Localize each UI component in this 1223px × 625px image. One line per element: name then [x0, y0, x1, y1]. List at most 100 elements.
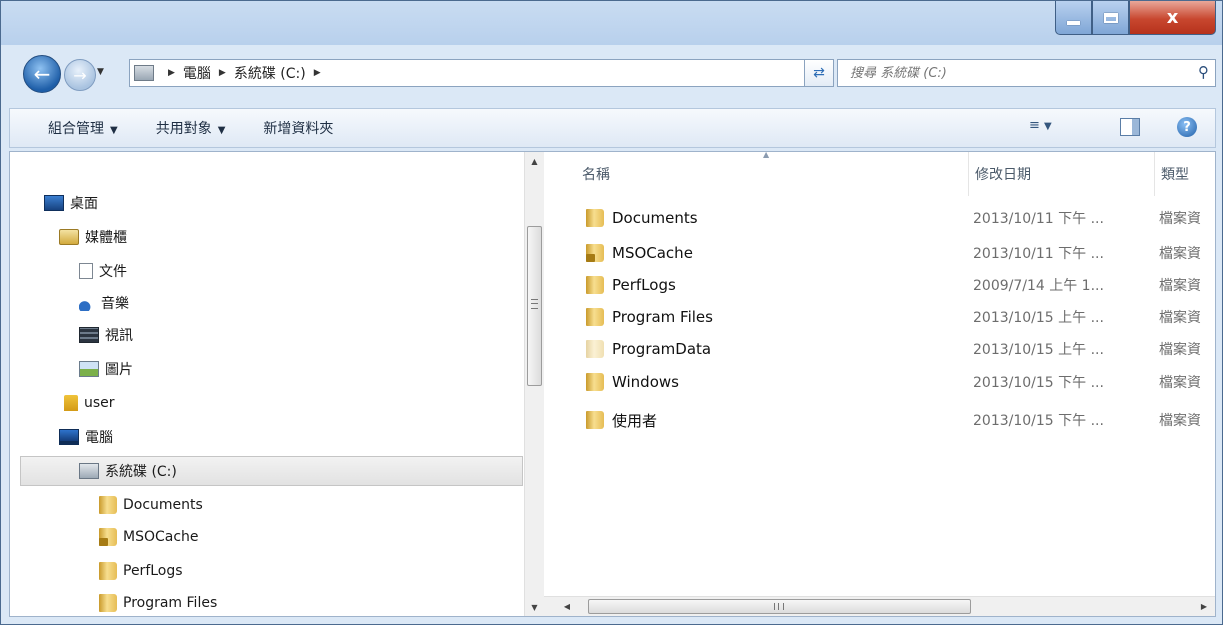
scroll-right-arrow-icon[interactable]: ▶	[1195, 597, 1213, 616]
maximize-button[interactable]	[1092, 1, 1129, 35]
file-row[interactable]: PerfLogs 2009/7/14 上午 1... 檔案資	[544, 270, 1215, 300]
tree-item-user[interactable]: user	[64, 390, 115, 416]
user-icon	[64, 395, 78, 411]
folder-icon	[586, 209, 604, 227]
sort-ascending-icon: ▲	[763, 151, 770, 159]
minimize-icon	[1067, 20, 1080, 25]
column-header-type[interactable]: 類型	[1155, 152, 1215, 196]
scroll-left-arrow-icon[interactable]: ◀	[558, 597, 576, 616]
tree-item-folder-perflogs[interactable]: PerfLogs	[99, 558, 183, 584]
folder-icon	[586, 308, 604, 326]
close-button[interactable]: x	[1129, 1, 1216, 35]
tree-item-label: user	[84, 395, 115, 411]
tree-item-label: 文件	[99, 264, 127, 280]
maximize-icon	[1103, 12, 1118, 23]
file-type: 檔案資	[1159, 246, 1201, 262]
breadcrumb-computer[interactable]: 電腦	[183, 63, 211, 83]
search-box[interactable]: ⚲	[837, 59, 1216, 87]
file-row[interactable]: Program Files 2013/10/15 上午 ... 檔案資	[544, 302, 1215, 332]
file-date: 2013/10/15 下午 ...	[973, 375, 1104, 391]
command-bar: 組合管理 ▼ 共用對象 ▼ 新增資料夾 ≡ ▼ ?	[9, 108, 1216, 148]
organize-button[interactable]: 組合管理 ▼	[48, 118, 118, 138]
organize-label: 組合管理	[48, 121, 104, 137]
share-with-button[interactable]: 共用對象 ▼	[156, 118, 226, 138]
file-date: 2013/10/11 下午 ...	[973, 246, 1104, 262]
address-bar[interactable]: ▶ 電腦 ▶ 系統碟 (C:) ▶	[129, 59, 826, 87]
navigation-bar: ← → ▼ ▶ 電腦 ▶ 系統碟 (C:) ▶ ▼ ⇄ ⚲	[1, 53, 1222, 93]
scroll-up-arrow-icon[interactable]: ▲	[525, 152, 544, 170]
navigation-pane: 桌面 媒體櫃 文件 音樂 視訊 圖片 user 電腦 系統碟 (C:) Docu…	[10, 152, 524, 616]
tree-item-label: PerfLogs	[123, 563, 183, 579]
file-name-cell: MSOCache	[586, 238, 693, 268]
tree-item-documents-library[interactable]: 文件	[79, 258, 127, 284]
file-type: 檔案資	[1159, 413, 1201, 429]
folder-icon	[99, 496, 117, 514]
hidden-folder-icon	[586, 340, 604, 358]
file-row[interactable]: ProgramData 2013/10/15 上午 ... 檔案資	[544, 334, 1215, 364]
file-type: 檔案資	[1159, 278, 1201, 294]
file-name: Windows	[612, 373, 679, 391]
recent-pages-dropdown[interactable]: ▼	[97, 67, 104, 77]
tree-item-desktop[interactable]: 桌面	[44, 190, 98, 216]
tree-item-label: 電腦	[85, 430, 113, 446]
folder-icon	[99, 562, 117, 580]
chevron-right-icon[interactable]: ▶	[168, 68, 175, 78]
file-date: 2013/10/15 上午 ...	[973, 310, 1104, 326]
tree-item-folder-msocache[interactable]: MSOCache	[99, 524, 199, 550]
tree-item-label: 圖片	[105, 362, 133, 378]
vertical-scroll-thumb[interactable]	[527, 226, 542, 386]
music-icon	[79, 295, 95, 311]
file-row[interactable]: MSOCache 2013/10/11 下午 ... 檔案資	[544, 238, 1215, 268]
tree-item-system-drive[interactable]: 系統碟 (C:)	[79, 458, 177, 484]
refresh-button[interactable]: ⇄	[804, 59, 834, 87]
tree-item-label: 桌面	[70, 196, 98, 212]
file-name-cell: 使用者	[586, 405, 657, 435]
title-bar[interactable]: x	[1, 1, 1222, 45]
tree-item-label: Documents	[123, 497, 203, 513]
scroll-down-arrow-icon[interactable]: ▼	[525, 598, 544, 616]
change-view-button[interactable]: ≡ ▼	[1029, 118, 1052, 133]
chevron-right-icon[interactable]: ▶	[314, 68, 321, 78]
file-name-cell: PerfLogs	[586, 270, 676, 300]
file-list-horizontal-scrollbar[interactable]: ◀ ▶	[544, 596, 1215, 616]
tree-item-label: 視訊	[105, 328, 133, 344]
file-row[interactable]: Windows 2013/10/15 下午 ... 檔案資	[544, 367, 1215, 397]
tree-item-folder-program-files[interactable]: Program Files	[99, 590, 217, 616]
horizontal-scroll-thumb[interactable]	[588, 599, 971, 614]
back-button[interactable]: ←	[23, 55, 61, 93]
tree-item-computer[interactable]: 電腦	[59, 424, 113, 450]
column-header-date-modified[interactable]: 修改日期	[969, 152, 1155, 196]
chevron-right-icon[interactable]: ▶	[219, 68, 226, 78]
column-header-name[interactable]: ▲ 名稱	[544, 152, 969, 196]
file-row[interactable]: 使用者 2013/10/15 下午 ... 檔案資	[544, 405, 1215, 435]
tree-item-videos[interactable]: 視訊	[79, 322, 133, 348]
search-icon[interactable]: ⚲	[1198, 63, 1209, 81]
help-button[interactable]: ?	[1177, 117, 1197, 137]
file-type: 檔案資	[1159, 310, 1201, 326]
minimize-button[interactable]	[1055, 1, 1092, 35]
explorer-window: x ← → ▼ ▶ 電腦 ▶ 系統碟 (C:) ▶ ▼ ⇄ ⚲ 組合管理 ▼ 共用…	[0, 0, 1223, 625]
new-folder-button[interactable]: 新增資料夾	[263, 118, 333, 138]
tree-item-label: 音樂	[101, 296, 129, 312]
forward-button[interactable]: →	[64, 59, 96, 91]
file-name: ProgramData	[612, 340, 712, 358]
grip-icon	[774, 603, 784, 610]
breadcrumb-system-drive[interactable]: 系統碟 (C:)	[234, 63, 306, 83]
file-name: Program Files	[612, 308, 713, 326]
tree-item-label: 系統碟 (C:)	[105, 464, 177, 480]
forward-arrow-icon: →	[73, 65, 87, 85]
file-name: PerfLogs	[612, 276, 676, 294]
tree-item-folder-documents[interactable]: Documents	[99, 492, 203, 518]
preview-pane-button[interactable]	[1120, 118, 1140, 136]
tree-item-libraries[interactable]: 媒體櫃	[59, 224, 127, 250]
tree-item-music[interactable]: 音樂	[79, 290, 129, 316]
file-name: Documents	[612, 209, 698, 227]
tree-item-pictures[interactable]: 圖片	[79, 356, 133, 382]
drive-icon	[134, 65, 154, 81]
navigation-pane-scrollbar[interactable]: ▲ ▼	[524, 152, 544, 616]
file-type: 檔案資	[1159, 211, 1201, 227]
search-input[interactable]	[848, 64, 1172, 82]
file-name-cell: Documents	[586, 203, 698, 233]
help-icon: ?	[1183, 119, 1191, 135]
file-row[interactable]: Documents 2013/10/11 下午 ... 檔案資	[544, 203, 1215, 233]
